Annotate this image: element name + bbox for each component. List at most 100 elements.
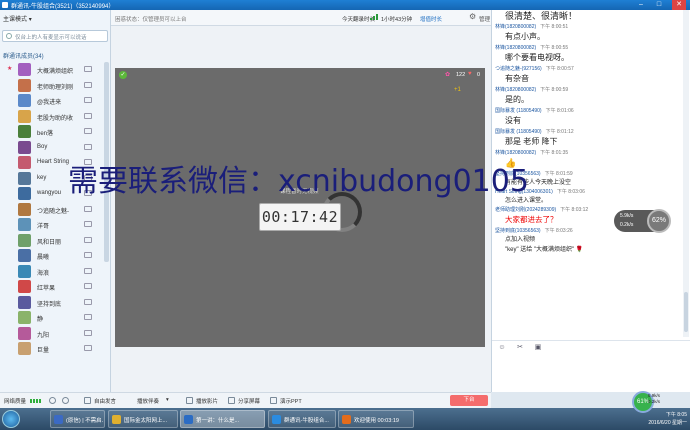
minimize-button[interactable]: – — [634, 0, 648, 10]
heart-icon[interactable]: ♥ — [468, 71, 472, 77]
close-button[interactable]: ✕ — [672, 0, 686, 10]
taskbar-label: 第一讲：什么是... — [196, 418, 240, 424]
flower-icon[interactable]: ✿ — [445, 71, 450, 78]
signal-icon — [370, 14, 379, 20]
avatar[interactable] — [18, 109, 31, 123]
avatar[interactable] — [18, 218, 31, 231]
member-row[interactable]: ★ 大概满烦组织 — [0, 62, 104, 78]
member-name: 红苹果 — [37, 286, 56, 292]
chat-sender[interactable]: 林锋(1820800082) — [495, 87, 536, 93]
free-speak-icon[interactable] — [84, 397, 91, 404]
member-row[interactable]: 风和日丽 — [0, 233, 104, 249]
screen-share-icon[interactable] — [228, 397, 235, 404]
extend-duration-link[interactable]: 增值时长 — [420, 15, 442, 23]
role-icon — [7, 283, 13, 289]
chat-sender[interactable]: 坚持到底(10356563) — [495, 228, 541, 234]
chat-input[interactable] — [492, 355, 690, 392]
role-icon — [7, 221, 13, 227]
share-screen-button[interactable]: 分享屏幕 — [238, 397, 260, 405]
film-icon[interactable] — [186, 397, 193, 404]
promo-text: 仅台上的人有麦显示可以说话 — [15, 35, 87, 41]
chat-sender[interactable]: 国际暴发 (11805490) — [495, 108, 542, 114]
member-row[interactable]: つ追随之魅- — [0, 202, 104, 218]
promo-toggle[interactable]: 仅台上的人有麦显示可以说话 — [2, 30, 108, 42]
chat-sender[interactable]: 林锋(1820800082) — [495, 45, 536, 51]
chat-message: 林锋(1820800082) 下午 8:00:55 哪个要看电视呀。 — [492, 44, 682, 65]
scissors-icon[interactable]: ✂ — [516, 344, 524, 352]
avatar[interactable] — [18, 187, 31, 200]
chat-time: 下午 8:00:55 — [540, 45, 569, 51]
free-speak-button[interactable]: 自由发言 — [94, 397, 116, 405]
member-row[interactable]: Boy — [0, 140, 104, 156]
chat-message: 林锋(1820800082) 下午 8:00:59 是的。 — [492, 86, 682, 107]
taskbar-item[interactable]: 群通讯-牛股组合... — [268, 410, 336, 428]
maximize-button[interactable]: □ — [652, 0, 666, 10]
member-row[interactable]: 老师助理刘刚 — [0, 78, 104, 94]
taskbar-item[interactable]: 国际金太阳网上... — [108, 410, 178, 428]
member-row[interactable]: 海浪 — [0, 264, 104, 280]
checkbox-icon[interactable] — [6, 33, 12, 39]
member-row[interactable]: ben落 — [0, 124, 104, 140]
chat-sender[interactable]: つ追随之魅-(927156) — [495, 66, 542, 72]
member-row[interactable]: 静 — [0, 310, 104, 326]
chat-scroll-thumb[interactable] — [684, 292, 688, 332]
mic-icon[interactable] — [62, 397, 69, 404]
gear-icon[interactable]: ⚙ — [469, 13, 477, 21]
start-button[interactable] — [2, 410, 20, 428]
play-video-button[interactable]: 播放影片 — [196, 397, 218, 405]
avatar[interactable] — [18, 63, 31, 76]
avatar[interactable] — [18, 140, 31, 154]
chat-time: 下午 8:01:06 — [545, 108, 574, 114]
ppt-icon[interactable] — [270, 397, 277, 404]
member-row[interactable]: 晨曦 — [0, 248, 104, 264]
image-icon[interactable]: ▣ — [534, 344, 542, 352]
class-notice: 困惑状态：仅管理员可以上台 — [115, 17, 187, 23]
avatar[interactable] — [18, 280, 31, 293]
chat-sender[interactable]: 国际暴发 (11805490) — [495, 129, 542, 135]
mode-selector[interactable]: 主课模式 ▾ — [3, 14, 32, 23]
emoji-icon[interactable]: ☺ — [498, 344, 506, 352]
taskbar-item[interactable]: 欢迎使用 00:03:19 — [338, 410, 414, 428]
member-row[interactable]: 九阳 — [0, 326, 104, 342]
member-row[interactable]: 老股为助的收 — [0, 109, 104, 125]
avatar[interactable] — [18, 326, 31, 340]
avatar[interactable] — [18, 94, 31, 107]
member-name: ben落 — [37, 131, 54, 137]
chat-text: 哪个要看电视呀。 — [505, 53, 569, 62]
mode-dropdown[interactable]: 播放伴奏 — [137, 397, 159, 405]
member-row[interactable]: 洋哥 — [0, 217, 104, 233]
manage-button[interactable]: 管理 — [479, 15, 490, 23]
avatar[interactable] — [18, 342, 31, 355]
avatar[interactable] — [18, 125, 31, 138]
chat-sender[interactable]: 林锋(1820800082) — [495, 24, 536, 30]
camera-icon — [84, 143, 92, 150]
avatar[interactable] — [18, 78, 31, 92]
avatar[interactable] — [18, 202, 31, 216]
avatar[interactable] — [18, 264, 31, 278]
avatar[interactable] — [18, 156, 31, 169]
member-list: ★ 大概满烦组织 老师助理刘刚 @我进来 老股为助的收 ben落 Boy Heart Stri… — [0, 62, 104, 389]
member-row[interactable]: 红苹果 — [0, 279, 104, 295]
network-speed-widget[interactable]: 5.9k/s 0.2k/s 62% — [614, 209, 671, 233]
taskbar-item[interactable]: (原信) | 不需启... — [50, 410, 105, 428]
play-ppt-button[interactable]: 演示PPT — [280, 397, 302, 405]
speaker-icon[interactable] — [49, 397, 56, 404]
member-row[interactable]: 坚持到底 — [0, 295, 104, 311]
avatar[interactable] — [18, 295, 31, 309]
chevron-down-icon[interactable]: ▾ — [166, 397, 169, 403]
member-row[interactable]: 巨量 — [0, 341, 104, 357]
member-row[interactable]: @我进来 — [0, 93, 104, 109]
chat-time: 下午 8:03:26 — [544, 228, 573, 234]
avatar[interactable] — [18, 233, 31, 247]
avatar[interactable] — [18, 249, 31, 262]
system-clock[interactable]: 下午 8:05 2016/6/20 星期一 — [637, 411, 687, 427]
chat-sender[interactable]: 老师助理刘刚(2024289309) — [495, 207, 556, 213]
member-panel: 主课模式 ▾ 仅台上的人有麦显示可以说话 群通讯成员(34) ★ 大概满烦组织 老师… — [0, 10, 111, 392]
taskbar-item[interactable]: 第一讲：什么是... — [180, 410, 265, 428]
avatar[interactable] — [18, 171, 31, 185]
member-name: 九阳 — [37, 332, 50, 339]
exit-stage-button[interactable]: 下台 — [450, 395, 488, 406]
avatar[interactable] — [18, 311, 31, 324]
chat-scrollbar[interactable] — [683, 10, 689, 337]
member-name: Boy — [37, 143, 48, 150]
